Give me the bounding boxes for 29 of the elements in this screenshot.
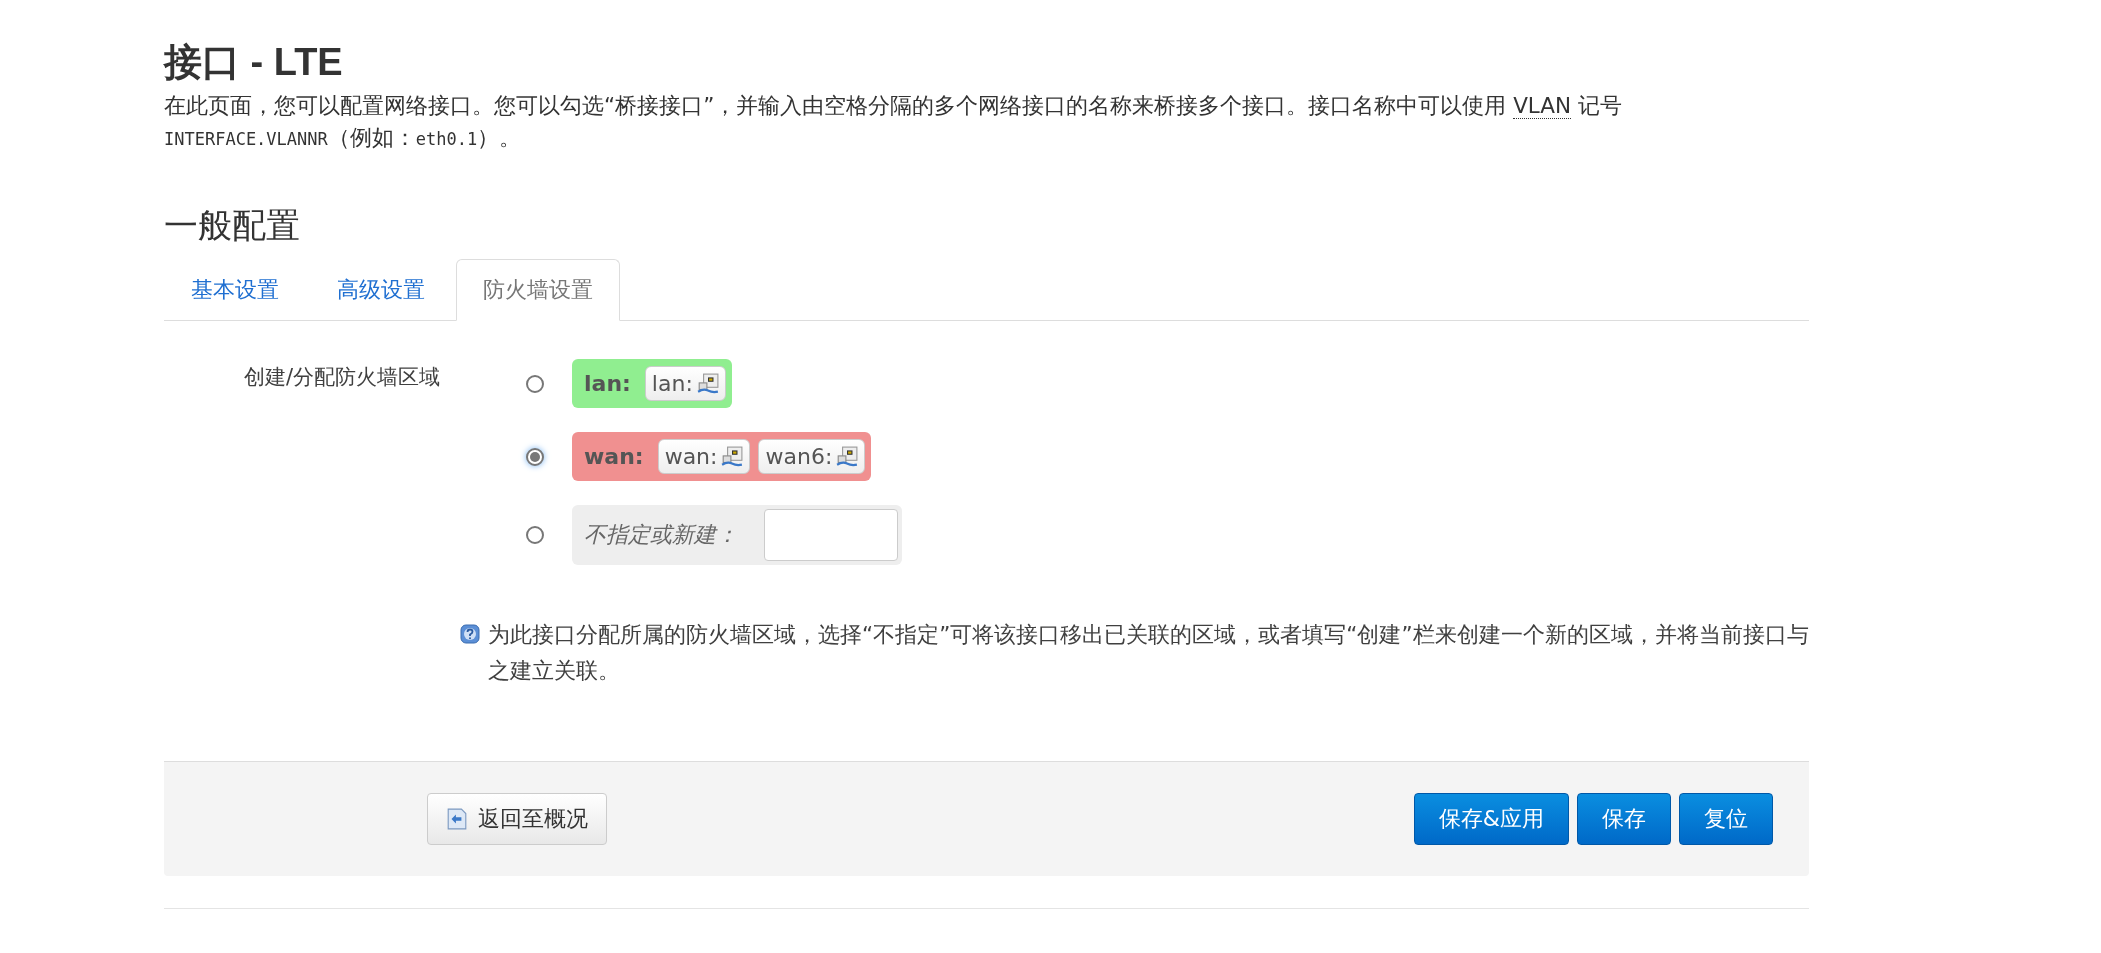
- network-port-icon: [721, 445, 744, 468]
- description-text: 在此页面，您可以配置网络接口。您可以勾选“桥接接口”，并输入由空格分隔的多个网络接口的名称来桥接多个接口。接口名称中可以使用 VLAN 记号 INTERFACE.VLANNR（例如：eth0.1）。: [164, 92, 1623, 152]
- network-port-icon: [836, 445, 859, 468]
- network-port-icon: [696, 372, 719, 395]
- zone-badge[interactable]: lan: lan:: [572, 359, 732, 408]
- tab[interactable]: 高级设置: [310, 259, 452, 321]
- radio-button[interactable]: [526, 374, 544, 393]
- tab[interactable]: 防火墙设置: [456, 259, 620, 321]
- help-text: 为此接口分配所属的防火墙区域，选择“不指定”可将该接口移出已关联的区域，或者填写“创建”栏来创建一个新的区域，并将当前接口与之建立关联。: [488, 621, 1809, 685]
- radio-button[interactable]: [526, 526, 544, 544]
- back-button[interactable]: 返回至概况: [427, 793, 607, 845]
- action-button[interactable]: 复位: [1679, 793, 1773, 845]
- network-badge: wan6:: [758, 439, 866, 474]
- field-label: 创建/分配防火墙区域: [242, 364, 441, 391]
- action-button[interactable]: 保存&应用: [1413, 793, 1569, 845]
- network-badge: wan:: [657, 439, 751, 474]
- radio-button[interactable]: [526, 447, 544, 466]
- tab[interactable]: 基本设置: [164, 259, 306, 321]
- back-arrow-icon: [446, 808, 468, 830]
- new-zone-input[interactable]: [764, 509, 898, 561]
- network-badge: lan:: [644, 366, 726, 401]
- zone-badge[interactable]: wan: wan: wan6:: [572, 432, 872, 481]
- help-icon: [460, 624, 480, 644]
- page-title: 接口 - LTE: [164, 40, 344, 85]
- action-button[interactable]: 保存: [1577, 793, 1671, 845]
- new-zone-label: 不指定或新建：: [584, 521, 738, 549]
- zone-name: lan:: [584, 371, 631, 396]
- section-title: 一般配置: [164, 204, 301, 247]
- zone-name: wan:: [584, 444, 644, 469]
